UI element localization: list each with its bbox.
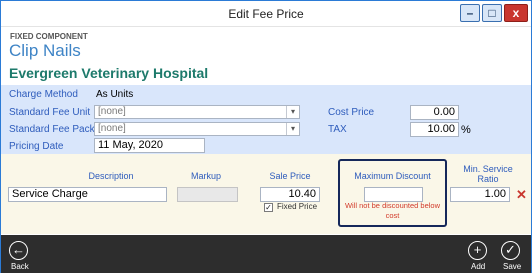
save-button[interactable]: ✓ <box>501 241 520 260</box>
discount-warning-text: Will not be discounted below cost <box>344 201 441 220</box>
tax-unit: % <box>461 124 471 136</box>
charge-method-value: As Units <box>96 89 134 100</box>
markup-input[interactable] <box>177 187 238 202</box>
standard-fee-pack-label: Standard Fee Pack <box>9 124 95 135</box>
component-header: FIXED COMPONENT Clip Nails Evergreen Vet… <box>1 28 531 84</box>
plus-icon: + <box>473 242 482 257</box>
add-label: Add <box>471 262 486 271</box>
charge-method-label: Charge Method <box>9 89 78 100</box>
min-service-ratio-header-line2: Ratio <box>477 174 499 184</box>
back-button[interactable]: ← <box>9 241 28 260</box>
description-header: Description <box>88 171 134 181</box>
min-service-ratio-header-line1: Min. Service <box>463 164 513 174</box>
standard-fee-unit-label: Standard Fee Unit <box>9 107 91 118</box>
component-type: FIXED COMPONENT <box>10 32 88 41</box>
fixed-price-checkbox[interactable]: ✓ <box>264 203 273 212</box>
edit-fee-price-window: Edit Fee Price – □ x FIXED COMPONENT Cli… <box>0 0 532 273</box>
standard-fee-pack-value: [none] <box>98 123 126 134</box>
back-label: Back <box>11 262 29 271</box>
tax-input[interactable]: 10.00 <box>410 122 459 137</box>
min-service-ratio-input[interactable]: 1.00 <box>450 187 510 202</box>
chevron-down-icon: ▾ <box>286 123 299 135</box>
pricing-date-input[interactable]: 11 May, 2020 <box>94 138 205 153</box>
cost-price-input[interactable]: 0.00 <box>410 105 459 120</box>
sale-price-header: Sale Price <box>269 171 311 181</box>
maximum-discount-input[interactable] <box>364 187 423 202</box>
standard-fee-unit-value: [none] <box>98 106 126 117</box>
save-label: Save <box>503 262 522 271</box>
minimize-button[interactable]: – <box>460 4 480 22</box>
standard-fee-pack-select[interactable]: [none] ▾ <box>94 122 300 136</box>
cost-price-label: Cost Price <box>328 107 375 118</box>
close-button[interactable]: x <box>504 4 528 22</box>
check-icon: ✓ <box>505 242 516 257</box>
component-name: Clip Nails <box>9 41 81 60</box>
add-button[interactable]: + <box>468 241 487 260</box>
sale-price-input[interactable]: 10.40 <box>260 187 320 202</box>
tax-label: TAX <box>328 124 347 135</box>
standard-fee-unit-select[interactable]: [none] ▾ <box>94 105 300 119</box>
markup-header: Markup <box>190 171 221 181</box>
hospital-name: Evergreen Veterinary Hospital <box>9 65 209 81</box>
fixed-price-label: Fixed Price <box>277 202 318 211</box>
delete-row-icon[interactable]: ✕ <box>516 187 527 203</box>
window-title: Edit Fee Price <box>228 7 304 21</box>
title-bar: Edit Fee Price – □ x <box>1 1 531 27</box>
chevron-down-icon: ▾ <box>286 106 299 118</box>
description-input[interactable]: Service Charge <box>8 187 167 202</box>
arrow-left-icon: ← <box>12 242 25 257</box>
pricing-date-label: Pricing Date <box>9 141 64 152</box>
bottom-toolbar <box>1 235 531 273</box>
maximize-button[interactable]: □ <box>482 4 502 22</box>
